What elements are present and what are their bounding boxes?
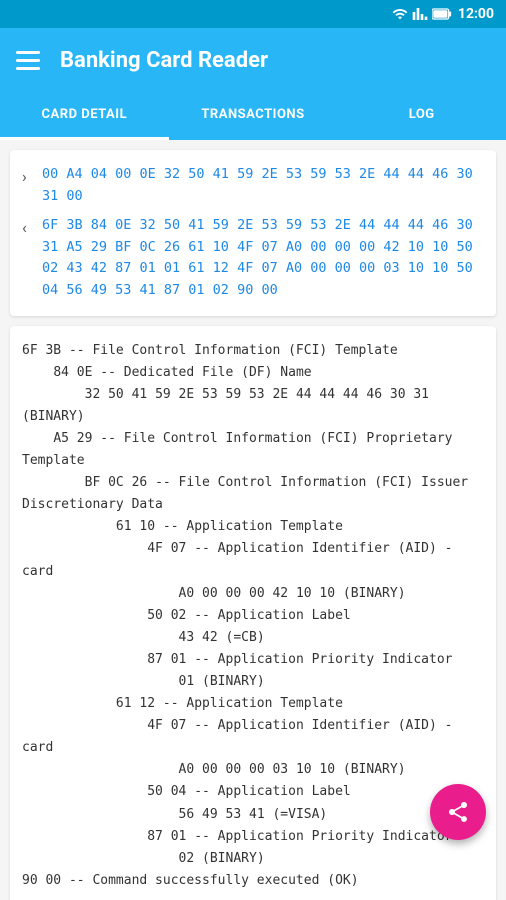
in-arrow: ‹ — [22, 216, 36, 240]
out-arrow: › — [22, 165, 36, 189]
parsed-data-card: 6F 3B -- File Control Information (FCI) … — [10, 326, 496, 900]
tab-transactions[interactable]: TRANSACTIONS — [169, 92, 338, 140]
wifi-icon — [392, 6, 408, 22]
share-fab[interactable] — [430, 784, 486, 840]
share-icon — [446, 800, 470, 824]
hex-row-out: › 00 A4 04 00 0E 32 50 41 59 2E 53 59 53… — [22, 164, 484, 207]
hex-in-text: 6F 3B 84 0E 32 50 41 59 2E 53 59 53 2E 4… — [42, 215, 484, 301]
parsed-data-text: 6F 3B -- File Control Information (FCI) … — [22, 340, 484, 892]
hex-out-text: 00 A4 04 00 0E 32 50 41 59 2E 53 59 53 2… — [42, 164, 484, 207]
hex-card: › 00 A4 04 00 0E 32 50 41 59 2E 53 59 53… — [10, 150, 496, 316]
hamburger-menu[interactable] — [16, 51, 40, 70]
app-bar: Banking Card Reader — [0, 28, 506, 92]
status-icons — [392, 6, 452, 22]
main-content: › 00 A4 04 00 0E 32 50 41 59 2E 53 59 53… — [0, 140, 506, 900]
status-bar: 12:00 — [0, 0, 506, 28]
signal-icon — [412, 6, 428, 22]
hex-row-in: ‹ 6F 3B 84 0E 32 50 41 59 2E 53 59 53 2E… — [22, 215, 484, 301]
battery-icon — [432, 8, 452, 20]
tab-card-detail[interactable]: CARD DETAIL — [0, 92, 169, 140]
status-time: 12:00 — [458, 6, 494, 22]
tab-bar: CARD DETAIL TRANSACTIONS LOG — [0, 92, 506, 140]
tab-log[interactable]: LOG — [337, 92, 506, 140]
app-title: Banking Card Reader — [60, 48, 268, 73]
